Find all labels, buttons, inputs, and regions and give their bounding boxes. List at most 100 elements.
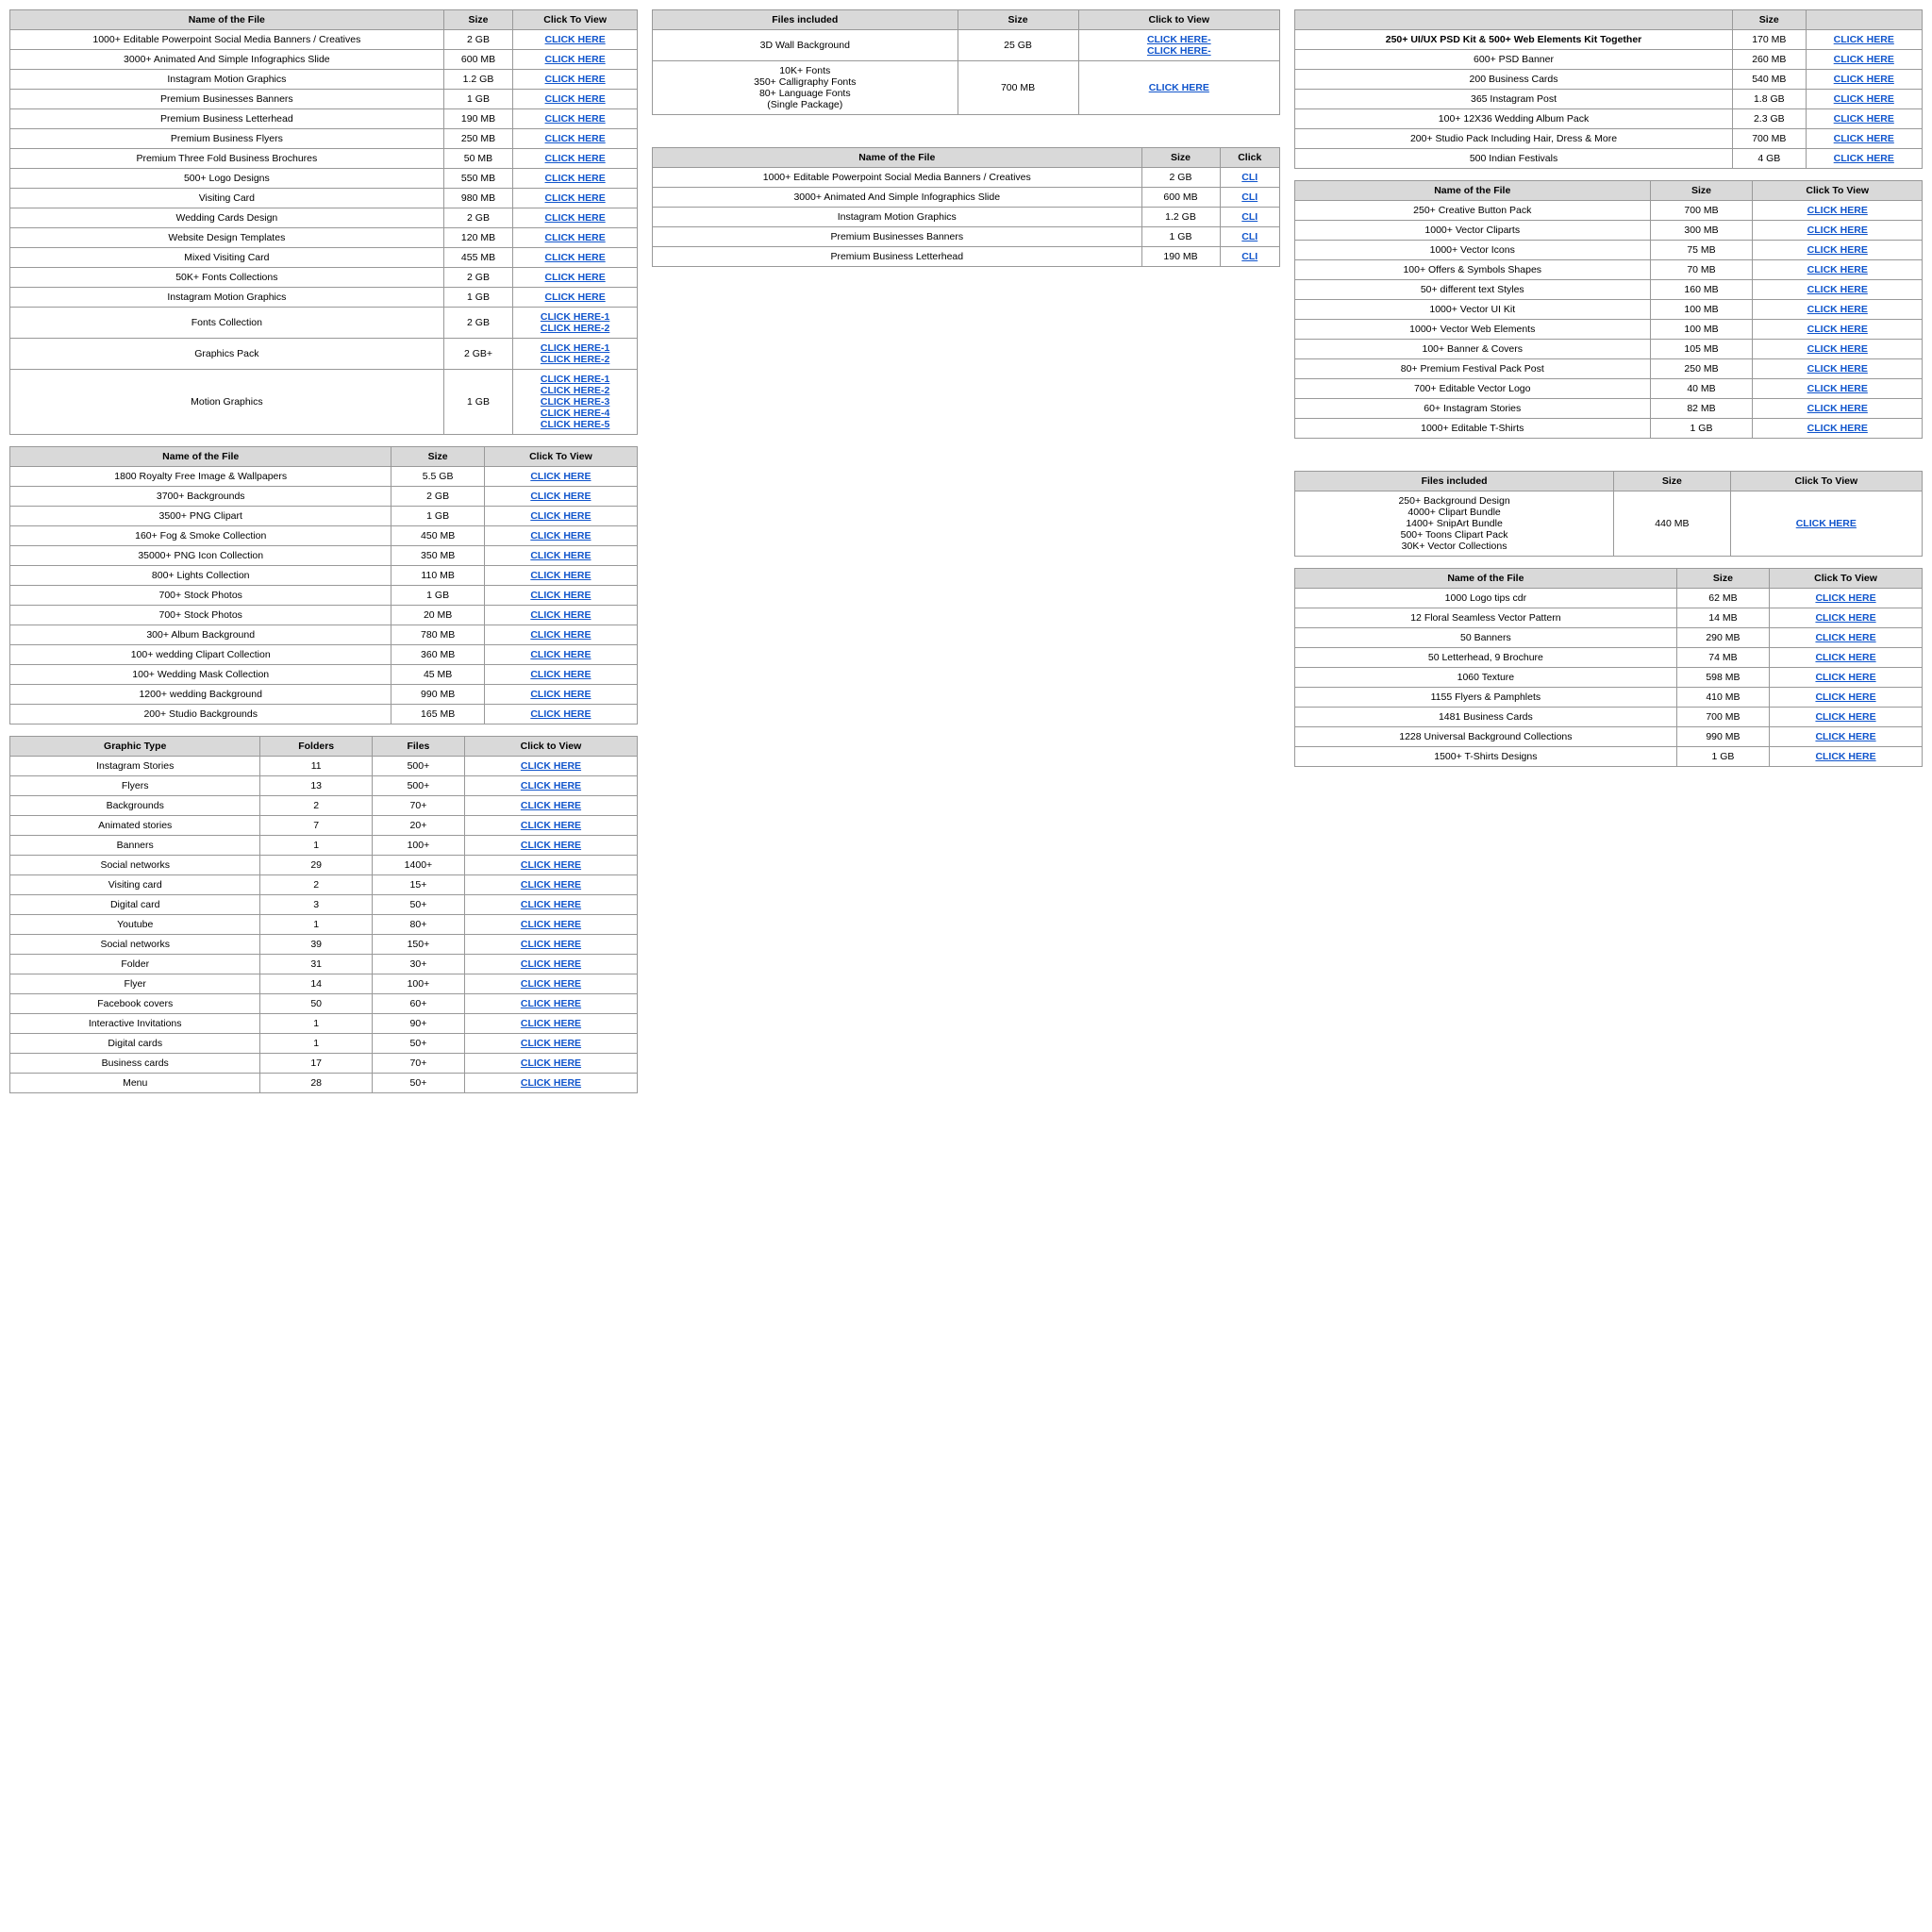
- click-here-link[interactable]: CLICK HERE: [1815, 711, 1875, 723]
- click-here-link[interactable]: CLICK HERE-1: [541, 342, 610, 354]
- click-here-link[interactable]: CLICK HERE: [545, 153, 606, 164]
- click-here-link[interactable]: CLICK HERE: [1807, 264, 1868, 275]
- click-here-link[interactable]: CLICK HERE: [530, 689, 591, 700]
- click-here-link[interactable]: CLICK HERE: [521, 840, 581, 851]
- click-here-link[interactable]: CLICK HERE: [530, 491, 591, 502]
- click-here-link[interactable]: CLICK HERE: [545, 192, 606, 204]
- click-here-link[interactable]: CLICK HERE: [521, 879, 581, 891]
- table-cell: 100+ wedding Clipart Collection: [10, 645, 391, 665]
- click-here-link[interactable]: CLICK HERE: [1815, 592, 1875, 604]
- click-here-link[interactable]: CLICK HERE: [545, 133, 606, 144]
- click-here-link[interactable]: CLICK HERE: [530, 629, 591, 641]
- click-here-link[interactable]: CLICK HERE: [1807, 383, 1868, 394]
- click-here-link[interactable]: CLICK HERE: [1807, 343, 1868, 355]
- table-row: 1000+ Vector UI Kit100 MBCLICK HERE: [1295, 300, 1923, 320]
- click-here-link[interactable]: CLICK HERE: [545, 74, 606, 85]
- click-here-link[interactable]: CLICK HERE-: [1147, 45, 1211, 57]
- click-here-link[interactable]: CLICK HERE: [1807, 225, 1868, 236]
- click-here-link[interactable]: CLICK HERE: [530, 708, 591, 720]
- click-here-link[interactable]: CLI: [1241, 172, 1257, 183]
- click-here-link[interactable]: CLI: [1241, 211, 1257, 223]
- click-here-link[interactable]: CLICK HERE: [1815, 672, 1875, 683]
- click-here-link[interactable]: CLICK HERE: [521, 780, 581, 791]
- click-here-link[interactable]: CLICK HERE-2: [541, 323, 610, 334]
- click-here-link[interactable]: CLICK HERE: [1807, 324, 1868, 335]
- click-here-link[interactable]: CLICK HERE: [530, 471, 591, 482]
- click-here-link[interactable]: CLICK HERE: [1807, 423, 1868, 434]
- table-row: Facebook covers5060+CLICK HERE: [10, 994, 638, 1014]
- click-here-link[interactable]: CLICK HERE: [530, 609, 591, 621]
- click-here-link[interactable]: CLICK HERE: [530, 550, 591, 561]
- click-here-link[interactable]: CLICK HERE: [521, 859, 581, 871]
- click-here-link[interactable]: CLICK HERE: [521, 800, 581, 811]
- click-here-link[interactable]: CLICK HERE: [545, 113, 606, 125]
- table-row: 250+ UI/UX PSD Kit & 500+ Web Elements K…: [1295, 30, 1923, 50]
- click-here-link[interactable]: CLI: [1241, 192, 1257, 203]
- click-here-link[interactable]: CLICK HERE-1: [541, 311, 610, 323]
- click-here-link[interactable]: CLICK HERE: [521, 1038, 581, 1049]
- click-here-link[interactable]: CLICK HERE: [530, 570, 591, 581]
- click-here-link[interactable]: CLICK HERE: [1796, 518, 1857, 529]
- click-here-link[interactable]: CLICK HERE: [1815, 652, 1875, 663]
- click-here-link[interactable]: CLICK HERE: [530, 649, 591, 660]
- click-here-link[interactable]: CLICK HERE-: [1147, 34, 1211, 45]
- click-here-link[interactable]: CLICK HERE: [521, 899, 581, 910]
- click-here-link[interactable]: CLICK HERE: [545, 173, 606, 184]
- table-cell: 29: [260, 856, 372, 875]
- click-here-link[interactable]: CLICK HERE: [1834, 54, 1894, 65]
- click-here-link[interactable]: CLICK HERE: [545, 232, 606, 243]
- click-here-link[interactable]: CLICK HERE: [521, 939, 581, 950]
- click-here-link[interactable]: CLICK HERE: [521, 919, 581, 930]
- click-here-link[interactable]: CLICK HERE: [1815, 691, 1875, 703]
- click-here-link[interactable]: CLICK HERE: [545, 34, 606, 45]
- click-here-link[interactable]: CLICK HERE: [521, 760, 581, 772]
- click-here-link[interactable]: CLICK HERE-5: [541, 419, 610, 430]
- click-here-link[interactable]: CLICK HERE: [1807, 205, 1868, 216]
- click-here-link[interactable]: CLICK HERE: [545, 291, 606, 303]
- click-here-link[interactable]: CLICK HERE: [545, 212, 606, 224]
- click-here-link[interactable]: CLICK HERE-2: [541, 354, 610, 365]
- click-here-link[interactable]: CLICK HERE: [1834, 93, 1894, 105]
- click-here-link[interactable]: CLI: [1241, 251, 1257, 262]
- click-here-link[interactable]: CLICK HERE: [1834, 34, 1894, 45]
- col-header-click: Click to View: [1078, 10, 1279, 30]
- click-here-link[interactable]: CLICK HERE: [1815, 632, 1875, 643]
- click-here-link[interactable]: CLICK HERE: [521, 820, 581, 831]
- click-here-link[interactable]: CLICK HERE: [521, 958, 581, 970]
- table-cell: Digital cards: [10, 1034, 260, 1054]
- click-here-link[interactable]: CLICK HERE-3: [541, 396, 610, 408]
- click-here-link[interactable]: CLICK HERE: [1815, 731, 1875, 742]
- click-here-link[interactable]: CLICK HERE: [1815, 751, 1875, 762]
- click-here-link[interactable]: CLICK HERE: [1815, 612, 1875, 624]
- click-here-link[interactable]: CLICK HERE: [1149, 82, 1209, 93]
- click-here-link[interactable]: CLICK HERE: [545, 54, 606, 65]
- click-here-link[interactable]: CLICK HERE: [1807, 244, 1868, 256]
- click-here-link[interactable]: CLICK HERE: [521, 1018, 581, 1029]
- click-here-link[interactable]: CLICK HERE: [1807, 403, 1868, 414]
- click-here-link[interactable]: CLICK HERE: [530, 530, 591, 541]
- click-here-link[interactable]: CLICK HERE: [521, 978, 581, 990]
- click-here-link[interactable]: CLICK HERE: [521, 1058, 581, 1069]
- click-here-link[interactable]: CLICK HERE: [521, 998, 581, 1009]
- click-here-link[interactable]: CLICK HERE: [1834, 133, 1894, 144]
- click-here-link[interactable]: CLICK HERE: [530, 590, 591, 601]
- click-here-link[interactable]: CLICK HERE-4: [541, 408, 610, 419]
- click-here-link[interactable]: CLICK HERE: [545, 252, 606, 263]
- click-here-link[interactable]: CLICK HERE: [1807, 304, 1868, 315]
- click-here-link[interactable]: CLICK HERE: [545, 272, 606, 283]
- click-here-link[interactable]: CLI: [1241, 231, 1257, 242]
- click-here-link[interactable]: CLICK HERE: [1834, 74, 1894, 85]
- click-here-link[interactable]: CLICK HERE-1: [541, 374, 610, 385]
- table-cell: CLICK HERE-CLICK HERE-: [1078, 30, 1279, 61]
- click-here-link[interactable]: CLICK HERE-2: [541, 385, 610, 396]
- click-here-link[interactable]: CLICK HERE: [1834, 113, 1894, 125]
- click-here-link[interactable]: CLICK HERE: [1807, 363, 1868, 375]
- table-cell: CLICK HERE: [464, 935, 637, 955]
- click-here-link[interactable]: CLICK HERE: [521, 1077, 581, 1089]
- click-here-link[interactable]: CLICK HERE: [545, 93, 606, 105]
- col-header-size: Size: [958, 10, 1078, 30]
- click-here-link[interactable]: CLICK HERE: [1834, 153, 1894, 164]
- click-here-link[interactable]: CLICK HERE: [530, 669, 591, 680]
- click-here-link[interactable]: CLICK HERE: [530, 510, 591, 522]
- click-here-link[interactable]: CLICK HERE: [1807, 284, 1868, 295]
